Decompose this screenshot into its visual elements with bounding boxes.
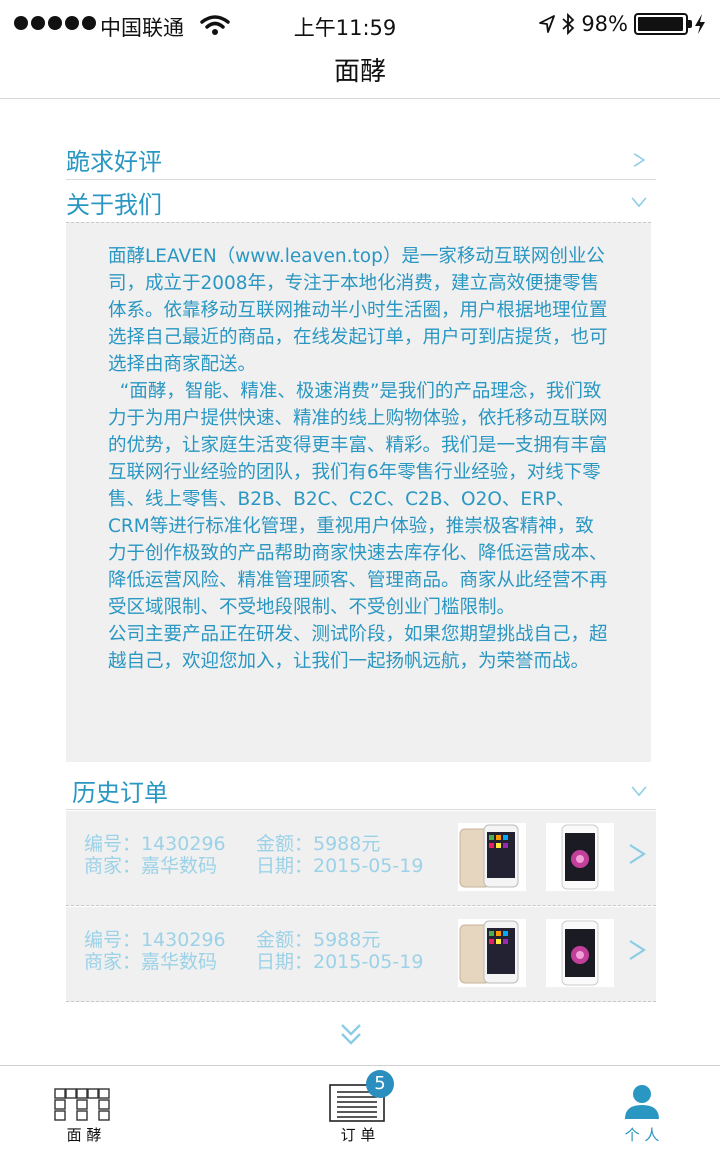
order-right-col: 金额：5988元 日期：2015-05-19 [256, 929, 423, 973]
chevron-down-icon [631, 785, 647, 796]
about-label: 关于我们 [66, 190, 162, 219]
order-row[interactable]: 编号：1430296 商家：嘉华数码 金额：5988元 日期：2015-05-1… [66, 811, 656, 906]
tab-bar: 面 酵 5 订 单 个 人 [0, 1065, 720, 1165]
order-date: 日期：2015-05-19 [256, 855, 424, 877]
product-phones-image [458, 919, 526, 987]
charging-bolt-icon [695, 14, 705, 34]
chevron-right-icon [629, 940, 647, 960]
location-arrow-icon [539, 15, 556, 33]
tab-profile[interactable]: 个 人 [582, 1066, 702, 1165]
tab-orders-label: 订 单 [340, 1126, 376, 1144]
status-bar: 中国联通 上午11:59 98% [0, 0, 720, 52]
review-row[interactable]: 跪求好评 [66, 140, 656, 180]
battery-percent: 98% [581, 12, 628, 36]
order-merchant: 商家：嘉华数码 [84, 855, 218, 877]
order-number: 编号：1430296 [84, 929, 226, 951]
chevron-down-icon [631, 197, 647, 208]
tab-orders[interactable]: 5 订 单 [298, 1066, 418, 1165]
about-panel: 面酵LEAVEN（www.leaven.top）是一家移动互联网创业公司，成立于… [66, 222, 651, 762]
product-phones-image [458, 823, 526, 891]
person-icon [625, 1085, 659, 1119]
order-right-col: 金额：5988元 日期：2015-05-19 [256, 833, 423, 877]
page-title: 面酵 [333, 57, 386, 87]
status-right-group: 98% [539, 12, 706, 36]
chevron-right-icon [633, 152, 646, 167]
battery-fill [638, 17, 684, 31]
order-number: 编号：1430296 [84, 833, 226, 855]
order-left-col: 编号：1430296 商家：嘉华数码 [84, 833, 226, 877]
load-more-double-chevron-icon[interactable] [339, 1022, 363, 1048]
orders-badge: 5 [366, 1070, 394, 1098]
order-merchant: 商家：嘉华数码 [84, 951, 218, 973]
bluetooth-icon [562, 13, 575, 35]
about-text: 面酵LEAVEN（www.leaven.top）是一家移动互联网创业公司，成立于… [108, 246, 608, 672]
order-row[interactable]: 编号：1430296 商家：嘉华数码 金额：5988元 日期：2015-05-1… [66, 907, 656, 1002]
about-row[interactable]: 关于我们 [66, 182, 656, 222]
battery-icon [634, 13, 692, 35]
product-phone-image [546, 823, 614, 891]
product-phone-image [546, 919, 614, 987]
order-amount: 金额：5988元 [256, 929, 381, 951]
order-date: 日期：2015-05-19 [256, 951, 424, 973]
chevron-right-icon [629, 844, 647, 864]
grid-icon [54, 1088, 110, 1121]
tab-home[interactable]: 面 酵 [24, 1066, 144, 1165]
nav-bar: 面酵 [0, 52, 720, 99]
order-left-col: 编号：1430296 商家：嘉华数码 [84, 929, 226, 973]
review-label: 跪求好评 [66, 148, 162, 176]
order-amount: 金额：5988元 [256, 833, 381, 855]
tab-profile-label: 个 人 [624, 1126, 660, 1144]
history-label: 历史订单 [72, 779, 168, 807]
tab-home-label: 面 酵 [66, 1126, 102, 1144]
history-row[interactable]: 历史订单 [66, 772, 656, 810]
